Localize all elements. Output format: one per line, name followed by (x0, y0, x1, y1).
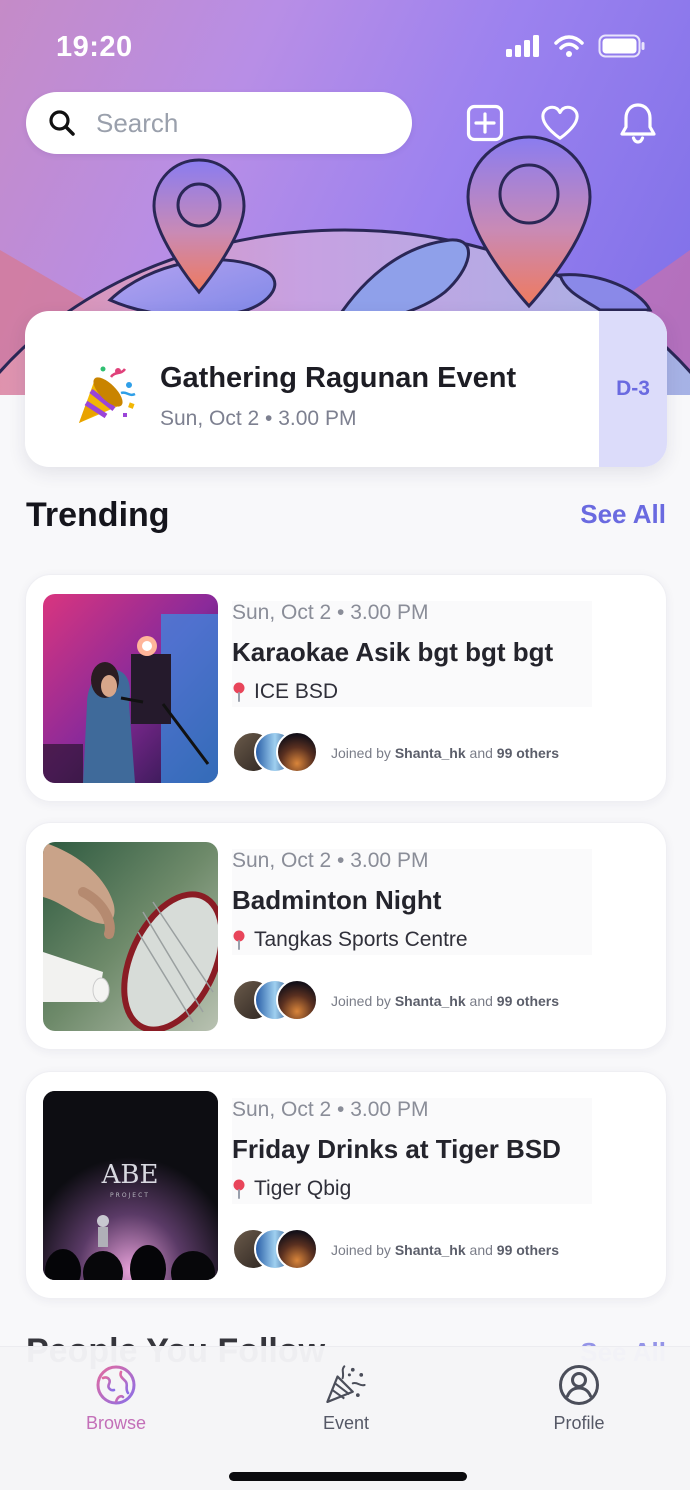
event-location-text: ICE BSD (254, 680, 339, 703)
globe-icon (94, 1363, 138, 1407)
add-square-icon (466, 104, 504, 142)
tab-profile-label: Profile (553, 1413, 605, 1433)
joined-user: Shanta_hk (394, 993, 466, 1009)
svg-text:ABE: ABE (101, 1160, 159, 1190)
event-time: Sun, Oct 2 • 3.00 PM (232, 849, 429, 872)
battery-icon (598, 34, 645, 58)
attendee-avatars[interactable] (232, 979, 322, 1023)
avatar (276, 1228, 318, 1270)
joined-count: 99 others (496, 993, 560, 1009)
joined-by-text: Joined by Shanta_hk and 99 others (331, 993, 560, 1009)
status-time: 19:20 (56, 31, 133, 63)
bottom-tab-bar: Browse Event Profile (0, 1346, 690, 1490)
event-title: Karaokae Asik bgt bgt bgt (232, 637, 554, 667)
tab-browse[interactable]: Browse (46, 1363, 186, 1434)
joined-by-text: Joined by Shanta_hk and 99 others (331, 745, 560, 761)
search-bar[interactable] (26, 92, 412, 154)
trending-see-all-link[interactable]: See All (580, 499, 666, 530)
notifications-button[interactable] (618, 102, 658, 144)
cellular-signal-icon (506, 35, 539, 57)
add-event-button[interactable] (465, 102, 505, 144)
event-location-text: Tangkas Sports Centre (254, 928, 468, 951)
party-popper-icon (324, 1363, 368, 1407)
event-card[interactable]: Sun, Oct 2 • 3.00 PM Badminton Night Tan… (25, 822, 667, 1050)
map-pin-icon (233, 930, 245, 950)
avatar (276, 979, 318, 1021)
event-card[interactable]: Sun, Oct 2 • 3.00 PM Karaokae Asik bgt b… (25, 574, 667, 802)
upcoming-event-title: Gathering Ragunan Event (160, 362, 517, 394)
event-location: ICE BSD (232, 680, 338, 704)
event-info: Sun, Oct 2 • 3.00 PM Badminton Night Tan… (232, 849, 592, 955)
status-icons (506, 34, 646, 58)
joined-count: 99 others (496, 745, 560, 761)
party-popper-icon (79, 366, 136, 423)
avatar (276, 731, 318, 773)
home-indicator (229, 1472, 467, 1481)
event-image-karaoke (43, 594, 218, 783)
tab-event-label: Event (322, 1413, 370, 1433)
upcoming-event-card[interactable]: Gathering Ragunan Event Sun, Oct 2 • 3.0… (25, 311, 667, 467)
event-title: Friday Drinks at Tiger BSD (232, 1134, 561, 1164)
event-location-text: Tiger Qbig (254, 1177, 352, 1200)
event-location: Tiger Qbig (232, 1177, 351, 1201)
tab-event[interactable]: Event (276, 1363, 416, 1434)
joined-count: 99 others (496, 1242, 560, 1258)
heart-icon (541, 105, 579, 140)
countdown-badge: D-3 (599, 311, 667, 467)
event-time: Sun, Oct 2 • 3.00 PM (232, 1098, 429, 1121)
joined-user: Shanta_hk (394, 745, 466, 761)
event-info: Sun, Oct 2 • 3.00 PM Friday Drinks at Ti… (232, 1098, 592, 1204)
upcoming-event-time: Sun, Oct 2 • 3.00 PM (160, 407, 357, 430)
search-input[interactable] (96, 107, 386, 139)
event-card[interactable]: ABE PROJECT Sun, Oct 2 • 3.00 PM Friday … (25, 1071, 667, 1299)
attendee-avatars[interactable] (232, 1228, 322, 1272)
user-circle-icon (557, 1363, 601, 1407)
joined-by-text: Joined by Shanta_hk and 99 others (331, 1242, 560, 1258)
event-info: Sun, Oct 2 • 3.00 PM Karaokae Asik bgt b… (232, 601, 592, 707)
trending-title: Trending (26, 496, 170, 534)
map-pin-icon (233, 682, 245, 702)
attendee-avatars[interactable] (232, 731, 322, 775)
event-image-concert: ABE PROJECT (43, 1091, 218, 1280)
tab-browse-label: Browse (85, 1413, 147, 1433)
joined-user: Shanta_hk (394, 1242, 466, 1258)
event-title: Badminton Night (232, 885, 442, 915)
favorites-button[interactable] (540, 102, 580, 144)
svg-text:PROJECT: PROJECT (110, 1192, 150, 1199)
wifi-icon (554, 35, 584, 57)
event-time: Sun, Oct 2 • 3.00 PM (232, 601, 429, 624)
event-image-badminton (43, 842, 218, 1031)
event-location: Tangkas Sports Centre (232, 928, 468, 952)
map-pin-icon (233, 1179, 245, 1199)
tab-profile[interactable]: Profile (509, 1363, 649, 1434)
status-bar: 19:20 (0, 0, 690, 92)
search-icon (49, 110, 75, 136)
bell-icon (620, 103, 656, 144)
